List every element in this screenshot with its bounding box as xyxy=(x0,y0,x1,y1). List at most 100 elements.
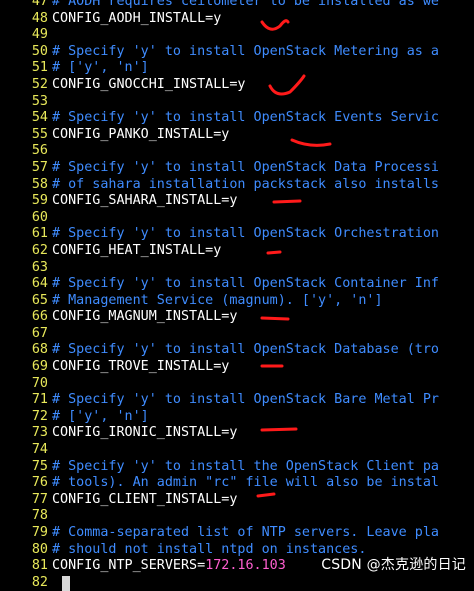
config-text: CONFIG_MAGNUM_INSTALL=y xyxy=(52,309,238,325)
line-number: 67 xyxy=(31,325,48,341)
line-number: 52 xyxy=(31,76,48,92)
code-line: 69 CONFIG_TROVE_INSTALL=y xyxy=(0,359,474,376)
code-line: 48 CONFIG_AODH_INSTALL=y xyxy=(0,11,474,28)
code-line: 82 xyxy=(0,575,474,591)
line-number: 66 xyxy=(31,309,48,325)
terminal-editor[interactable]: 47 # AODH requires ceilometer to be insta… xyxy=(0,0,474,591)
line-number: 56 xyxy=(31,143,48,159)
code-line: 70 xyxy=(0,376,474,393)
code-line: 54 # Specify 'y' to install OpenStack Eve… xyxy=(0,110,474,127)
code-line: 72 # ['y', 'n'] xyxy=(0,409,474,426)
config-text: CONFIG_AODH_INSTALL=y xyxy=(52,10,222,26)
code-line: 49 xyxy=(0,27,474,44)
line-number: 48 xyxy=(31,10,48,26)
code-line: 50 # Specify 'y' to install OpenStack Met… xyxy=(0,44,474,61)
line-number: 51 xyxy=(31,60,48,76)
line-number: 54 xyxy=(31,110,48,126)
config-text: CONFIG_PANKO_INSTALL=y xyxy=(52,126,230,142)
csdn-watermark: CSDN @杰克逊的日记 xyxy=(321,557,466,573)
line-number: 73 xyxy=(31,425,48,441)
line-number: 49 xyxy=(31,27,48,43)
code-line: 64 # Specify 'y' to install OpenStack Con… xyxy=(0,276,474,293)
config-text xyxy=(48,260,52,277)
code-line: 77 CONFIG_CLIENT_INSTALL=y xyxy=(0,492,474,509)
config-text xyxy=(48,94,52,111)
comment-text: # of sahara installation packstack also … xyxy=(52,176,439,192)
line-number: 61 xyxy=(31,226,48,242)
config-text xyxy=(48,326,52,343)
line-number: 74 xyxy=(31,442,48,458)
line-number: 81 xyxy=(31,558,48,574)
comment-text: # Specify 'y' to install OpenStack Bare … xyxy=(52,392,439,408)
code-line: 53 xyxy=(0,94,474,111)
line-number: 63 xyxy=(31,259,48,275)
line-number: 75 xyxy=(31,458,48,474)
line-number: 65 xyxy=(31,292,48,308)
line-number: 79 xyxy=(31,525,48,540)
line-number: 72 xyxy=(31,408,48,424)
code-line: 61 # Specify 'y' to install OpenStack Orc… xyxy=(0,226,474,243)
code-line: 65 # Management Service (magnum). ['y', '… xyxy=(0,293,474,310)
code-line: 76 # tools). An admin "rc" file will also… xyxy=(0,475,474,492)
line-number: 77 xyxy=(31,491,48,507)
code-line: 79 # Comma-separated list of NTP servers.… xyxy=(0,525,474,542)
line-number: 82 xyxy=(31,574,48,590)
comment-text: # ['y', 'n'] xyxy=(52,60,149,76)
code-line: 74 xyxy=(0,442,474,459)
comment-text: # Management Service (magnum). ['y', 'n'… xyxy=(52,292,383,308)
config-text: CONFIG_HEAT_INSTALL=y xyxy=(52,242,222,258)
line-number: 70 xyxy=(31,375,48,391)
ntp-server-value: 172.16.103 xyxy=(205,558,286,574)
config-text xyxy=(48,143,52,160)
comment-text: # Specify 'y' to install OpenStack Orche… xyxy=(52,226,439,242)
line-number: 76 xyxy=(31,475,48,491)
code-line: 58 # of sahara installation packstack als… xyxy=(0,177,474,194)
code-line: 67 xyxy=(0,326,474,343)
code-line: 73 CONFIG_IRONIC_INSTALL=y xyxy=(0,425,474,442)
code-line: 59 CONFIG_SAHARA_INSTALL=y xyxy=(0,193,474,210)
code-line: 55 CONFIG_PANKO_INSTALL=y xyxy=(0,127,474,144)
config-text: CONFIG_NTP_SERVERS= xyxy=(52,558,206,574)
code-line: 66 CONFIG_MAGNUM_INSTALL=y xyxy=(0,309,474,326)
line-number: 47 xyxy=(31,0,48,9)
code-line: 68 # Specify 'y' to install OpenStack Dat… xyxy=(0,342,474,359)
line-number: 59 xyxy=(31,193,48,209)
comment-text: # Specify 'y' to install OpenStack Conta… xyxy=(52,276,439,292)
line-number: 50 xyxy=(31,43,48,59)
code-line: 60 xyxy=(0,210,474,227)
config-text: CONFIG_TROVE_INSTALL=y xyxy=(52,359,230,375)
code-line: 71 # Specify 'y' to install OpenStack Bar… xyxy=(0,392,474,409)
comment-text: # Specify 'y' to install the OpenStack C… xyxy=(52,458,439,474)
code-line: 62 CONFIG_HEAT_INSTALL=y xyxy=(0,243,474,260)
line-number: 53 xyxy=(31,93,48,109)
line-number: 62 xyxy=(31,242,48,258)
code-line: 52 CONFIG_GNOCCHI_INSTALL=y xyxy=(0,77,474,94)
config-text: CONFIG_GNOCCHI_INSTALL=y xyxy=(52,76,246,92)
line-number: 68 xyxy=(31,342,48,358)
comment-text: # AODH requires ceilometer to be install… xyxy=(52,0,439,9)
config-text xyxy=(48,508,52,525)
line-number: 80 xyxy=(31,541,48,557)
line-number: 71 xyxy=(31,392,48,408)
line-number: 69 xyxy=(31,359,48,375)
line-number: 64 xyxy=(31,276,48,292)
line-number: 78 xyxy=(31,508,48,524)
line-number: 55 xyxy=(31,126,48,142)
comment-text: # Comma-separated list of NTP servers. L… xyxy=(52,525,439,540)
comment-text: # Specify 'y' to install OpenStack Event… xyxy=(52,110,439,126)
comment-text: # should not install ntpd on instances. xyxy=(52,541,367,557)
config-text: CONFIG_SAHARA_INSTALL=y xyxy=(52,193,238,209)
config-text xyxy=(48,575,52,591)
comment-text: # Specify 'y' to install OpenStack Data … xyxy=(52,159,439,175)
config-text: CONFIG_CLIENT_INSTALL=y xyxy=(52,491,238,507)
config-text xyxy=(48,442,52,459)
comment-text: # tools). An admin "rc" file will also b… xyxy=(52,475,439,491)
line-number: 57 xyxy=(31,159,48,175)
code-line: 47 # AODH requires ceilometer to be insta… xyxy=(0,0,474,11)
config-text: CONFIG_IRONIC_INSTALL=y xyxy=(52,425,238,441)
config-text xyxy=(48,376,52,393)
comment-text: # ['y', 'n'] xyxy=(52,408,149,424)
config-text xyxy=(48,27,52,44)
text-cursor xyxy=(62,576,70,591)
code-line: 75 # Specify 'y' to install the OpenStack… xyxy=(0,459,474,476)
